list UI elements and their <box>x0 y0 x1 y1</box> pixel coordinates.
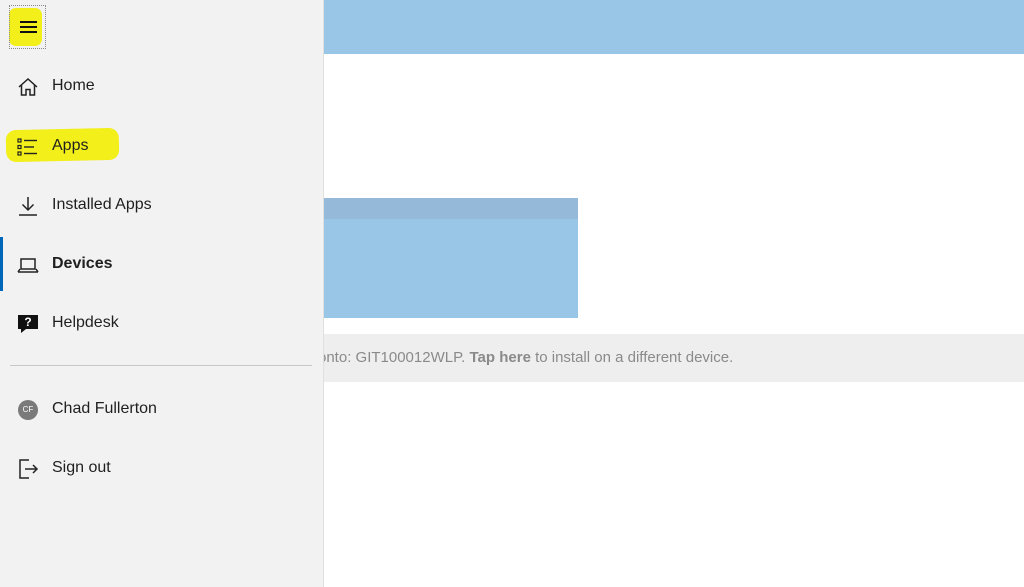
tap-here-link[interactable]: Tap here <box>470 349 531 366</box>
hamburger-icon <box>20 21 37 33</box>
download-icon <box>19 197 37 216</box>
nav-item-label: Helpdesk <box>52 314 119 331</box>
navigation-pane: Home Apps Installed Apps Devices ? Helpd… <box>0 0 324 587</box>
install-target-suffix: to install on a different device. <box>530 349 734 366</box>
nav-item-label: Apps <box>52 137 89 154</box>
user-name: Chad Fullerton <box>52 400 157 417</box>
user-profile-item[interactable]: Chad Fullerton <box>0 383 323 437</box>
nav-item-installed-apps[interactable]: Installed Apps <box>0 179 323 233</box>
nav-divider <box>10 365 312 366</box>
apps-list-icon <box>17 138 37 156</box>
laptop-icon <box>17 258 39 273</box>
avatar: CF <box>18 400 38 420</box>
nav-item-label: Installed Apps <box>52 196 152 213</box>
nav-item-home[interactable]: Home <box>0 60 323 114</box>
nav-item-label: Sign out <box>52 459 111 476</box>
nav-item-devices[interactable]: Devices <box>0 238 323 292</box>
svg-text:?: ? <box>24 315 31 329</box>
nav-item-label: Home <box>52 77 95 94</box>
install-target-prefix: onto: GIT100012WLP. <box>318 349 470 366</box>
install-target-text: onto: GIT100012WLP. Tap here to install … <box>318 349 733 366</box>
home-icon <box>18 77 38 96</box>
menu-toggle-button[interactable] <box>9 5 46 49</box>
nav-item-helpdesk[interactable]: ? Helpdesk <box>0 297 323 351</box>
help-chat-icon: ? <box>18 315 38 333</box>
nav-item-apps[interactable]: Apps <box>0 120 323 174</box>
sign-out-icon <box>19 459 39 479</box>
nav-item-label: Devices <box>52 255 113 272</box>
sign-out-item[interactable]: Sign out <box>0 442 323 496</box>
